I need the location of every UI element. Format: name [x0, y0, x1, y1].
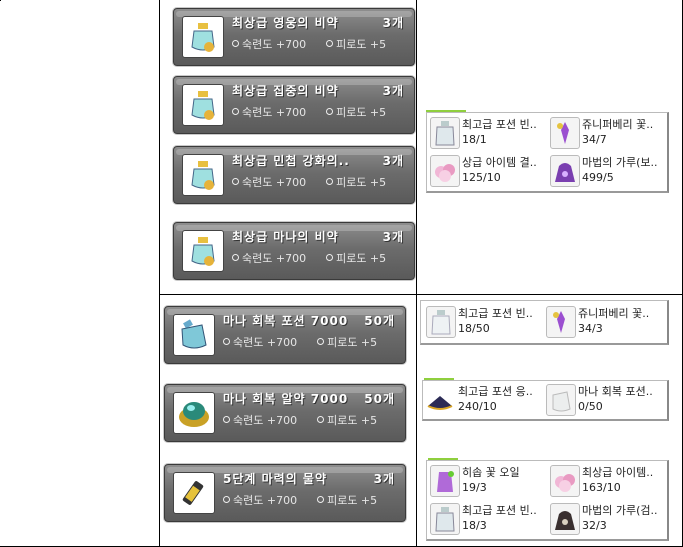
fatigue-stat: 피로도 +5: [336, 252, 387, 265]
ingredient-count: 19/3: [462, 481, 487, 494]
empty-potion-bottle-icon: [426, 306, 456, 338]
recipe-name: 최상급 집중의 비약: [232, 84, 339, 98]
ingredient-name: 최상급 아이템..: [582, 466, 654, 479]
recipe-name: 최상급 민첩 강화의..: [232, 154, 350, 168]
ingredient-count: 163/10: [582, 481, 621, 494]
table-border: [159, 294, 683, 295]
recipe-card[interactable]: 마나 회복 알약 7000 50개 숙련도 +700 피로도 +5: [164, 384, 406, 442]
mana-potion-icon: [173, 314, 215, 356]
recipe-card[interactable]: 마나 회복 포션 7000 50개 숙련도 +700 피로도 +5: [164, 306, 406, 364]
ingredient-name: 마나 회복 포션..: [578, 385, 653, 398]
ingredient-name: 최고급 포션 빈..: [458, 307, 533, 320]
ingredient-item[interactable]: 마법의 가루(보.. 499/5: [549, 153, 667, 189]
ingredient-name: 쥬니퍼베리 꽃..: [578, 307, 650, 320]
fatigue-stat: 피로도 +5: [327, 494, 378, 507]
recipe-name: 마나 회복 알약 7000: [223, 392, 349, 406]
magic-vial-icon: [173, 472, 215, 514]
fatigue-stat: 피로도 +5: [336, 106, 387, 119]
recipe-card[interactable]: 5단계 마력의 물약 3개 숙련도 +700 피로도 +5: [164, 464, 406, 522]
fatigue-stat: 피로도 +5: [327, 414, 378, 427]
item-crystal-icon: [550, 465, 580, 497]
ingredient-name: 마법의 가루(보..: [582, 156, 658, 169]
recipe-quantity: 3개: [373, 472, 395, 486]
ingredient-name: 마법의 가루(검..: [582, 504, 658, 517]
ingredient-name: 히솝 꽃 오일: [462, 466, 520, 479]
recipe-name: 마나 회복 포션 7000: [223, 314, 349, 328]
ingredient-item[interactable]: 히솝 꽃 오일 19/3: [429, 463, 547, 499]
table-border: [159, 0, 160, 547]
ingredient-item[interactable]: 마법의 가루(검.. 32/3: [549, 501, 667, 537]
ingredient-panel: 최고급 포션 응.. 240/10 마나 회복 포션.. 0/50: [422, 380, 669, 421]
recipe-name: 5단계 마력의 물약: [223, 472, 327, 486]
recipe-card[interactable]: 최상급 마나의 비약 3개 숙련도 +700 피로도 +5: [173, 222, 415, 280]
elixir-bottle-icon: [182, 154, 224, 196]
magic-powder-bag-icon: [550, 503, 580, 535]
recipe-quantity: 3개: [382, 230, 404, 244]
fatigue-stat: 피로도 +5: [336, 176, 387, 189]
ingredient-count: 34/7: [582, 133, 607, 146]
recipe-card[interactable]: 최상급 민첩 강화의.. 3개 숙련도 +700 피로도 +5: [173, 146, 415, 204]
elixir-bottle-icon: [182, 230, 224, 272]
elixir-bottle-icon: [182, 84, 224, 126]
ingredient-name: 최고급 포션 빈..: [462, 504, 537, 517]
hyssop-oil-icon: [430, 465, 460, 497]
recipe-name: 최상급 영웅의 비약: [232, 16, 339, 30]
fatigue-stat: 피로도 +5: [336, 38, 387, 51]
recipe-quantity: 3개: [382, 16, 404, 30]
recipe-quantity: 50개: [364, 392, 395, 406]
ingredient-item[interactable]: 최고급 포션 빈.. 18/50: [425, 304, 543, 340]
mastery-stat: 숙련도 +700: [242, 38, 307, 51]
ingredient-item[interactable]: 최고급 포션 빈.. 18/1: [429, 115, 547, 151]
recipe-quantity: 50개: [364, 314, 395, 328]
mastery-stat: 숙련도 +700: [242, 106, 307, 119]
recipe-quantity: 3개: [382, 84, 404, 98]
screenshot-frame: 최상급 영웅의 비약 3개 숙련도 +700 피로도 +5 최상급 집중의 비약 3개…: [0, 0, 683, 547]
ingredient-item[interactable]: 쥬니퍼베리 꽃.. 34/3: [545, 304, 663, 340]
mana-pill-icon: [173, 392, 215, 434]
recipe-card[interactable]: 최상급 집중의 비약 3개 숙련도 +700 피로도 +5: [173, 76, 415, 134]
recipe-quantity: 3개: [382, 154, 404, 168]
ingredient-item[interactable]: 마나 회복 포션.. 0/50: [545, 382, 663, 418]
ingredient-count: 499/5: [582, 171, 614, 184]
juniper-flower-icon: [546, 306, 576, 338]
juniper-flower-icon: [550, 117, 580, 149]
mastery-stat: 숙련도 +700: [233, 494, 298, 507]
ingredient-item[interactable]: 최고급 포션 응.. 240/10: [425, 382, 543, 418]
ingredient-item[interactable]: 최상급 아이템.. 163/10: [549, 463, 667, 499]
empty-potion-bottle-icon: [430, 117, 460, 149]
mastery-stat: 숙련도 +700: [233, 336, 298, 349]
potion-concentrate-icon: [426, 384, 454, 414]
ingredient-name: 최고급 포션 응..: [458, 385, 533, 398]
empty-potion-bottle-icon: [430, 503, 460, 535]
table-border: [0, 0, 1, 1]
magic-powder-bag-icon: [550, 155, 580, 187]
recipe-name: 최상급 마나의 비약: [232, 230, 339, 244]
ingredient-count: 125/10: [462, 171, 501, 184]
ingredient-item[interactable]: 최고급 포션 빈.. 18/3: [429, 501, 547, 537]
ingredient-panel: 최고급 포션 빈.. 18/50 쥬니퍼베리 꽃.. 34/3: [420, 300, 669, 345]
fatigue-stat: 피로도 +5: [327, 336, 378, 349]
item-crystal-icon: [430, 155, 460, 187]
ingredient-panel: 히솝 꽃 오일 19/3 최상급 아이템.. 163/10 최고급 포션 빈..…: [426, 460, 669, 541]
table-border: [416, 0, 417, 547]
ingredient-count: 0/50: [578, 400, 603, 413]
ingredient-item[interactable]: 상급 아이템 결.. 125/10: [429, 153, 547, 189]
mastery-stat: 숙련도 +700: [242, 252, 307, 265]
ingredient-name: 쥬니퍼베리 꽃..: [582, 118, 654, 131]
ingredient-count: 32/3: [582, 519, 607, 532]
elixir-bottle-icon: [182, 16, 224, 58]
ingredient-panel: 최고급 포션 빈.. 18/1 쥬니퍼베리 꽃.. 34/7 상급 아이템 결.…: [426, 112, 669, 193]
ingredient-name: 최고급 포션 빈..: [462, 118, 537, 131]
ingredient-count: 18/3: [462, 519, 487, 532]
ingredient-count: 240/10: [458, 400, 497, 413]
ingredient-name: 상급 아이템 결..: [462, 156, 537, 169]
ingredient-count: 34/3: [578, 322, 603, 335]
ingredient-count: 18/50: [458, 322, 490, 335]
mastery-stat: 숙련도 +700: [242, 176, 307, 189]
recipe-card[interactable]: 최상급 영웅의 비약 3개 숙련도 +700 피로도 +5: [173, 8, 415, 66]
mana-potion-icon: [546, 384, 576, 416]
ingredient-item[interactable]: 쥬니퍼베리 꽃.. 34/7: [549, 115, 667, 151]
ingredient-count: 18/1: [462, 133, 487, 146]
mastery-stat: 숙련도 +700: [233, 414, 298, 427]
